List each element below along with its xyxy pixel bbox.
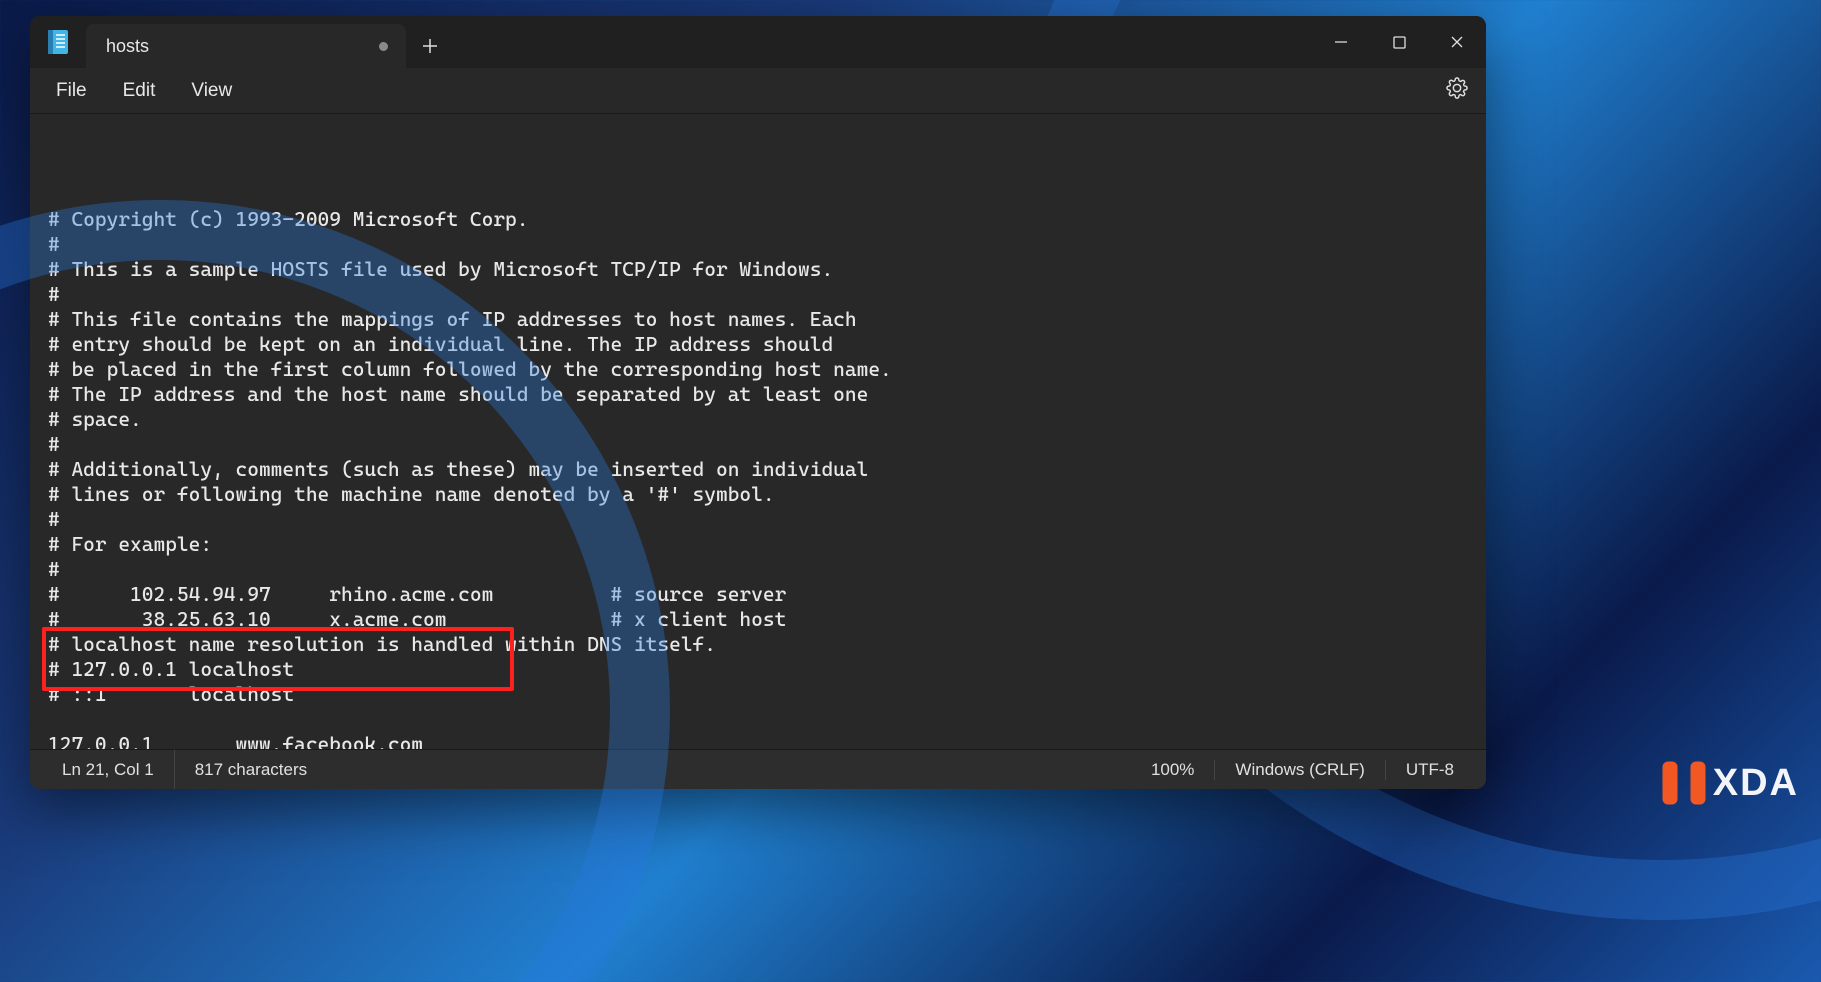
watermark-text: XDA xyxy=(1713,762,1799,805)
minimize-button[interactable] xyxy=(1312,16,1370,68)
settings-button[interactable] xyxy=(1440,71,1474,110)
menu-file[interactable]: File xyxy=(42,74,101,108)
status-zoom[interactable]: 100% xyxy=(1131,760,1214,780)
editor-line: # lines or following the machine name de… xyxy=(48,482,1468,507)
editor-line: # This is a sample HOSTS file used by Mi… xyxy=(48,257,1468,282)
menu-view[interactable]: View xyxy=(177,74,246,108)
menu-bar: File Edit View xyxy=(30,68,1486,114)
notepad-app-icon xyxy=(30,16,86,68)
menu-edit[interactable]: Edit xyxy=(109,74,170,108)
editor-line: # The IP address and the host name shoul… xyxy=(48,382,1468,407)
editor-line: 127.0.0.1 www.facebook.com xyxy=(48,732,1468,749)
editor-line: # This file contains the mappings of IP … xyxy=(48,307,1468,332)
close-icon xyxy=(1450,35,1464,49)
gear-icon xyxy=(1446,77,1468,99)
close-button[interactable] xyxy=(1428,16,1486,68)
editor-line: # xyxy=(48,557,1468,582)
editor-line: # 38.25.63.10 x.acme.com # x client host xyxy=(48,607,1468,632)
editor-line: # xyxy=(48,282,1468,307)
editor-line: # For example: xyxy=(48,532,1468,557)
status-char-count: 817 characters xyxy=(174,750,327,789)
maximize-icon xyxy=(1393,36,1406,49)
editor-line: # 102.54.94.97 rhino.acme.com # source s… xyxy=(48,582,1468,607)
title-bar: hosts xyxy=(30,16,1486,68)
editor-line: # localhost name resolution is handled w… xyxy=(48,632,1468,657)
editor-line: # space. xyxy=(48,407,1468,432)
editor-line: # Copyright (c) 1993-2009 Microsoft Corp… xyxy=(48,207,1468,232)
tab-hosts[interactable]: hosts xyxy=(86,24,406,68)
editor-line: # ::1 localhost xyxy=(48,682,1468,707)
editor-line: # xyxy=(48,432,1468,457)
editor-line: # Additionally, comments (such as these)… xyxy=(48,457,1468,482)
xda-watermark: XDA xyxy=(1661,760,1799,806)
editor-line: # entry should be kept on an individual … xyxy=(48,332,1468,357)
plus-icon xyxy=(422,38,438,54)
status-bar: Ln 21, Col 1 817 characters 100% Windows… xyxy=(30,749,1486,789)
tab-title: hosts xyxy=(106,36,149,57)
editor-line xyxy=(48,707,1468,732)
text-editor[interactable]: # Copyright (c) 1993-2009 Microsoft Corp… xyxy=(30,114,1486,749)
editor-line: # xyxy=(48,232,1468,257)
status-cursor-position: Ln 21, Col 1 xyxy=(42,750,174,789)
modified-indicator-icon xyxy=(379,42,388,51)
xda-logo-icon xyxy=(1661,760,1707,806)
status-encoding[interactable]: UTF-8 xyxy=(1385,760,1474,780)
notepad-window: hosts File Edit View # Copyright (c) 199… xyxy=(30,16,1486,789)
status-line-ending[interactable]: Windows (CRLF) xyxy=(1214,760,1384,780)
editor-line: # xyxy=(48,507,1468,532)
maximize-button[interactable] xyxy=(1370,16,1428,68)
editor-line: # 127.0.0.1 localhost xyxy=(48,657,1468,682)
minimize-icon xyxy=(1334,35,1348,49)
new-tab-button[interactable] xyxy=(406,24,454,68)
window-controls xyxy=(1312,16,1486,68)
editor-line: # be placed in the first column followed… xyxy=(48,357,1468,382)
